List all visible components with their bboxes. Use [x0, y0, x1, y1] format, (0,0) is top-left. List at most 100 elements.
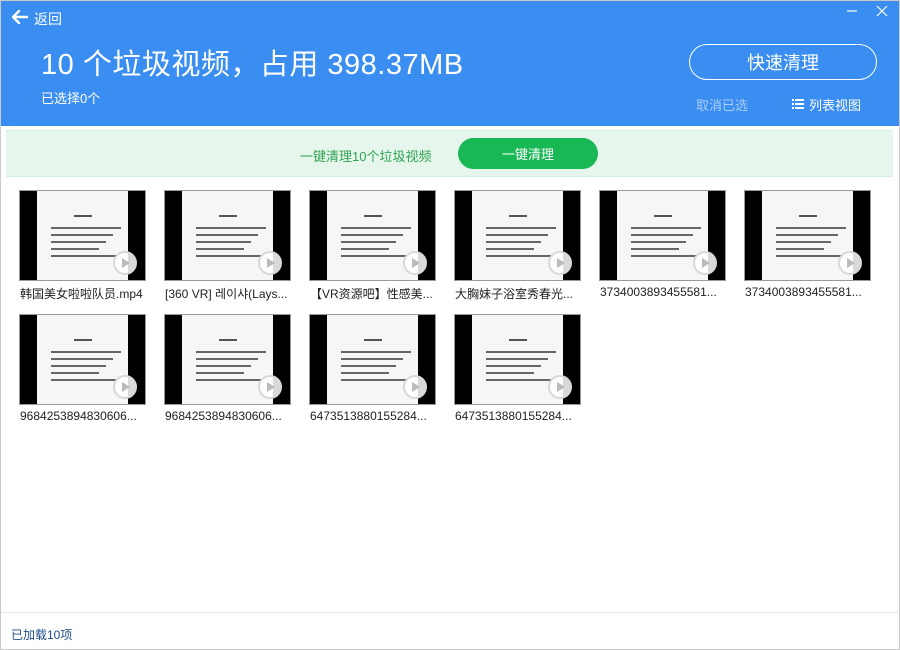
thumbnail-text-line [776, 234, 838, 236]
thumbnail-text-line [196, 227, 266, 229]
back-button[interactable]: 返回 [11, 9, 62, 29]
video-card[interactable]: [360 VR] 레이샤(Lays... [164, 190, 291, 305]
thumbnail-text-line [51, 234, 113, 236]
video-filename: 3734003893455581... [745, 285, 862, 299]
thumbnail-text-line [486, 372, 534, 374]
minimize-button[interactable] [842, 4, 862, 22]
thumbnail-text-line [341, 248, 389, 250]
thumbnail-text-line [776, 227, 846, 229]
thumbnail-text-line [196, 365, 251, 367]
thumbnail-text-line [631, 234, 693, 236]
thumbnail-text-line [51, 372, 99, 374]
loaded-count: 已加载10项 [11, 628, 73, 642]
play-icon[interactable] [258, 375, 282, 399]
one-click-clean-button[interactable]: 一键清理 [458, 138, 598, 169]
video-card[interactable]: 大胸妹子浴室秀春光... [454, 190, 581, 305]
video-card[interactable]: 3734003893455581... [599, 190, 726, 305]
arrow-left-icon [11, 9, 29, 29]
thumbnail-text-line [341, 255, 407, 257]
thumbnail-heading [219, 339, 237, 341]
thumbnail-text-line [51, 358, 113, 360]
thumbnail-text-line [341, 241, 396, 243]
video-thumbnail [19, 190, 146, 281]
selected-count: 已选择0个 [41, 91, 101, 106]
video-thumbnail [309, 314, 436, 405]
thumbnail-text-line [51, 248, 99, 250]
thumbnail-text-line [486, 227, 556, 229]
quick-clean-button[interactable]: 快速清理 [689, 44, 877, 80]
list-view-button[interactable]: 列表视图 [792, 95, 861, 114]
video-thumbnail [744, 190, 871, 281]
video-thumbnail [599, 190, 726, 281]
play-icon[interactable] [693, 251, 717, 275]
cancel-selection-link[interactable]: 取消已选 [696, 95, 748, 114]
thumbnail-text-line [486, 255, 552, 257]
play-icon[interactable] [113, 375, 137, 399]
video-filename: 9684253894830606... [165, 409, 282, 423]
thumbnail-heading [509, 339, 527, 341]
video-filename: 3734003893455581... [600, 285, 717, 299]
play-icon[interactable] [403, 251, 427, 275]
video-thumbnail [164, 190, 291, 281]
thumbnail-heading [509, 215, 527, 217]
thumbnail-text-line [341, 365, 396, 367]
thumbnail-heading [799, 215, 817, 217]
video-card[interactable]: 韩国美女啦啦队员.mp4 [19, 190, 146, 305]
thumbnail-text-line [196, 372, 244, 374]
thumbnail-text-line [341, 379, 407, 381]
thumbnail-text-line [776, 241, 831, 243]
close-icon [876, 4, 888, 22]
thumbnail-text-line [51, 365, 106, 367]
thumbnail-heading [364, 215, 382, 217]
thumbnail-text-line [486, 248, 534, 250]
thumbnail-text-line [51, 241, 106, 243]
clean-banner: 一键清理10个垃圾视频 一键清理 [6, 130, 893, 177]
thumbnail-text-line [196, 248, 244, 250]
close-button[interactable] [872, 4, 892, 22]
thumbnail-heading [364, 339, 382, 341]
back-label: 返回 [34, 11, 62, 27]
video-filename: 韩国美女啦啦队员.mp4 [20, 287, 143, 301]
play-icon[interactable] [548, 375, 572, 399]
video-card[interactable]: 6473513880155284... [309, 314, 436, 429]
video-filename: 大胸妹子浴室秀春光... [455, 287, 574, 301]
thumbnail-text-line [776, 255, 842, 257]
play-icon[interactable] [403, 375, 427, 399]
video-card[interactable]: 9684253894830606... [19, 314, 146, 429]
video-thumbnail [164, 314, 291, 405]
thumbnail-text-line [196, 234, 258, 236]
video-card[interactable]: 9684253894830606... [164, 314, 291, 429]
thumbnail-text-line [196, 241, 251, 243]
thumbnail-text-line [51, 379, 117, 381]
status-bar: 已加载10项 [0, 612, 898, 649]
page-title: 10 个垃圾视频，占用 398.37MB [41, 49, 464, 81]
thumbnail-text-line [486, 234, 548, 236]
thumbnail-text-line [341, 358, 403, 360]
video-thumbnail [454, 190, 581, 281]
play-icon[interactable] [258, 251, 282, 275]
banner-text: 一键清理10个垃圾视频 [300, 149, 432, 164]
play-icon[interactable] [838, 251, 862, 275]
thumbnail-text-line [341, 351, 411, 353]
thumbnail-text-line [631, 255, 697, 257]
thumbnail-text-line [341, 372, 389, 374]
thumbnail-text-line [631, 227, 701, 229]
thumbnail-text-line [196, 358, 258, 360]
video-card[interactable]: 3734003893455581... [744, 190, 871, 305]
thumbnail-text-line [486, 365, 541, 367]
video-filename: 6473513880155284... [310, 409, 427, 423]
thumbnail-heading [74, 215, 92, 217]
thumbnail-text-line [486, 379, 552, 381]
video-card[interactable]: 6473513880155284... [454, 314, 581, 429]
header: 返回 10 个垃圾视频，占用 398.37MB 已选择0个 快速清理 取消已选 … [0, 0, 900, 126]
play-icon[interactable] [113, 251, 137, 275]
thumbnail-text-line [486, 351, 556, 353]
thumbnail-text-line [51, 227, 121, 229]
video-card[interactable]: 【VR资源吧】性感美... [309, 190, 436, 305]
play-icon[interactable] [548, 251, 572, 275]
video-thumbnail [309, 190, 436, 281]
list-icon [792, 97, 804, 112]
video-thumbnail [19, 314, 146, 405]
thumbnail-text-line [51, 351, 121, 353]
thumbnail-text-line [486, 358, 548, 360]
